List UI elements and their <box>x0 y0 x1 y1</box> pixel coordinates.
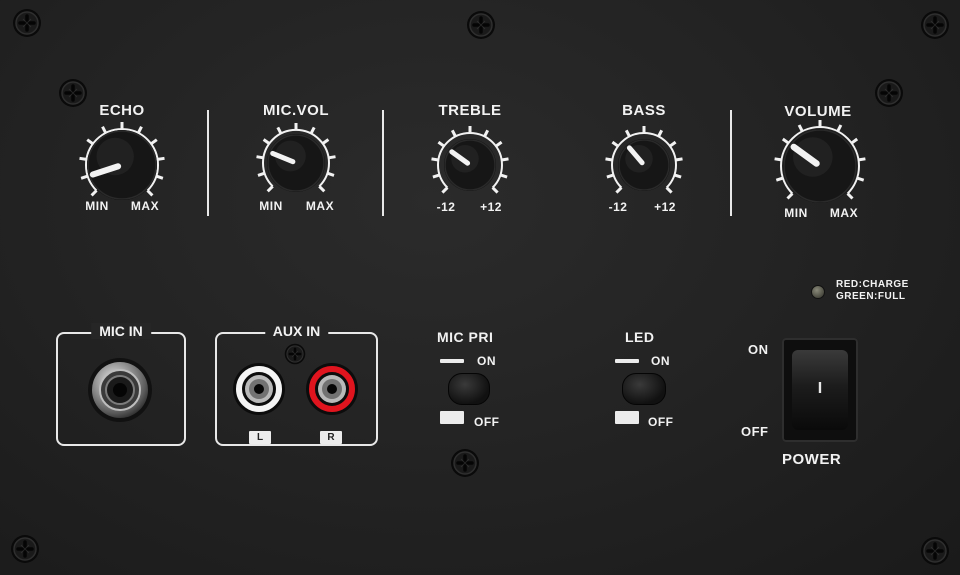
mic-in-title: MIC IN <box>91 323 151 339</box>
mic-vol-title: MIC.VOL <box>263 102 329 119</box>
switch-up-icon <box>440 359 464 363</box>
mic-pri-off-label: OFF <box>474 415 500 429</box>
mic-vol-knob[interactable] <box>252 119 340 207</box>
power-rocker-switch[interactable]: I <box>792 350 848 430</box>
power-title: POWER <box>782 451 842 468</box>
echo-knob[interactable] <box>75 118 169 212</box>
mic-vol-min-label: MIN <box>259 199 283 213</box>
screw-icon <box>920 536 950 566</box>
switch-down-icon <box>440 411 464 424</box>
bass-max-label: +12 <box>654 200 676 214</box>
divider <box>730 110 732 216</box>
charge-line-1: RED:CHARGE <box>836 279 909 290</box>
switch-down-icon <box>615 411 639 424</box>
screw-icon <box>874 78 904 108</box>
volume-max-label: MAX <box>829 206 859 220</box>
volume-min-label: MIN <box>784 206 808 220</box>
led-title: LED <box>625 329 655 345</box>
mic-vol-max-label: MAX <box>305 199 335 213</box>
led-on-label: ON <box>651 354 670 368</box>
divider <box>382 110 384 216</box>
echo-title: ECHO <box>99 102 145 119</box>
mic-pri-title: MIC PRI <box>437 329 494 345</box>
echo-max-label: MAX <box>130 199 160 213</box>
aux-left-tag: L <box>249 431 271 444</box>
screw-icon <box>12 8 42 38</box>
bass-min-label: -12 <box>608 200 628 214</box>
volume-knob[interactable] <box>770 116 870 216</box>
echo-min-label: MIN <box>85 199 109 213</box>
mic-pri-on-label: ON <box>477 354 496 368</box>
treble-knob[interactable] <box>427 122 513 208</box>
led-switch[interactable] <box>622 373 666 405</box>
divider <box>207 110 209 216</box>
treble-min-label: -12 <box>436 200 456 214</box>
screw-icon <box>466 10 496 40</box>
power-off-label: OFF <box>741 424 769 439</box>
rca-right-jack-icon[interactable] <box>305 362 359 416</box>
power-on-label: ON <box>748 342 769 357</box>
power-switch-bezel: I <box>782 338 858 442</box>
control-panel: ECHO MIC.VOL TREBLE BASS VOLUME MIN MAX … <box>0 0 960 575</box>
screw-icon <box>10 534 40 564</box>
switch-up-icon <box>615 359 639 363</box>
screw-icon <box>920 10 950 40</box>
jack-socket-icon[interactable] <box>85 355 155 425</box>
treble-max-label: +12 <box>480 200 502 214</box>
screw-icon <box>450 448 480 478</box>
mic-pri-switch[interactable] <box>448 373 490 405</box>
rca-left-jack-icon[interactable] <box>232 362 286 416</box>
power-switch-mark: I <box>817 380 823 397</box>
charge-line-2: GREEN:FULL <box>836 291 906 302</box>
screw-icon <box>58 78 88 108</box>
bass-knob[interactable] <box>601 122 687 208</box>
charge-led-icon <box>811 285 825 299</box>
treble-title: TREBLE <box>438 102 502 119</box>
aux-in-title: AUX IN <box>264 323 329 339</box>
led-off-label: OFF <box>648 415 674 429</box>
bass-title: BASS <box>622 102 666 119</box>
aux-right-tag: R <box>320 431 342 444</box>
